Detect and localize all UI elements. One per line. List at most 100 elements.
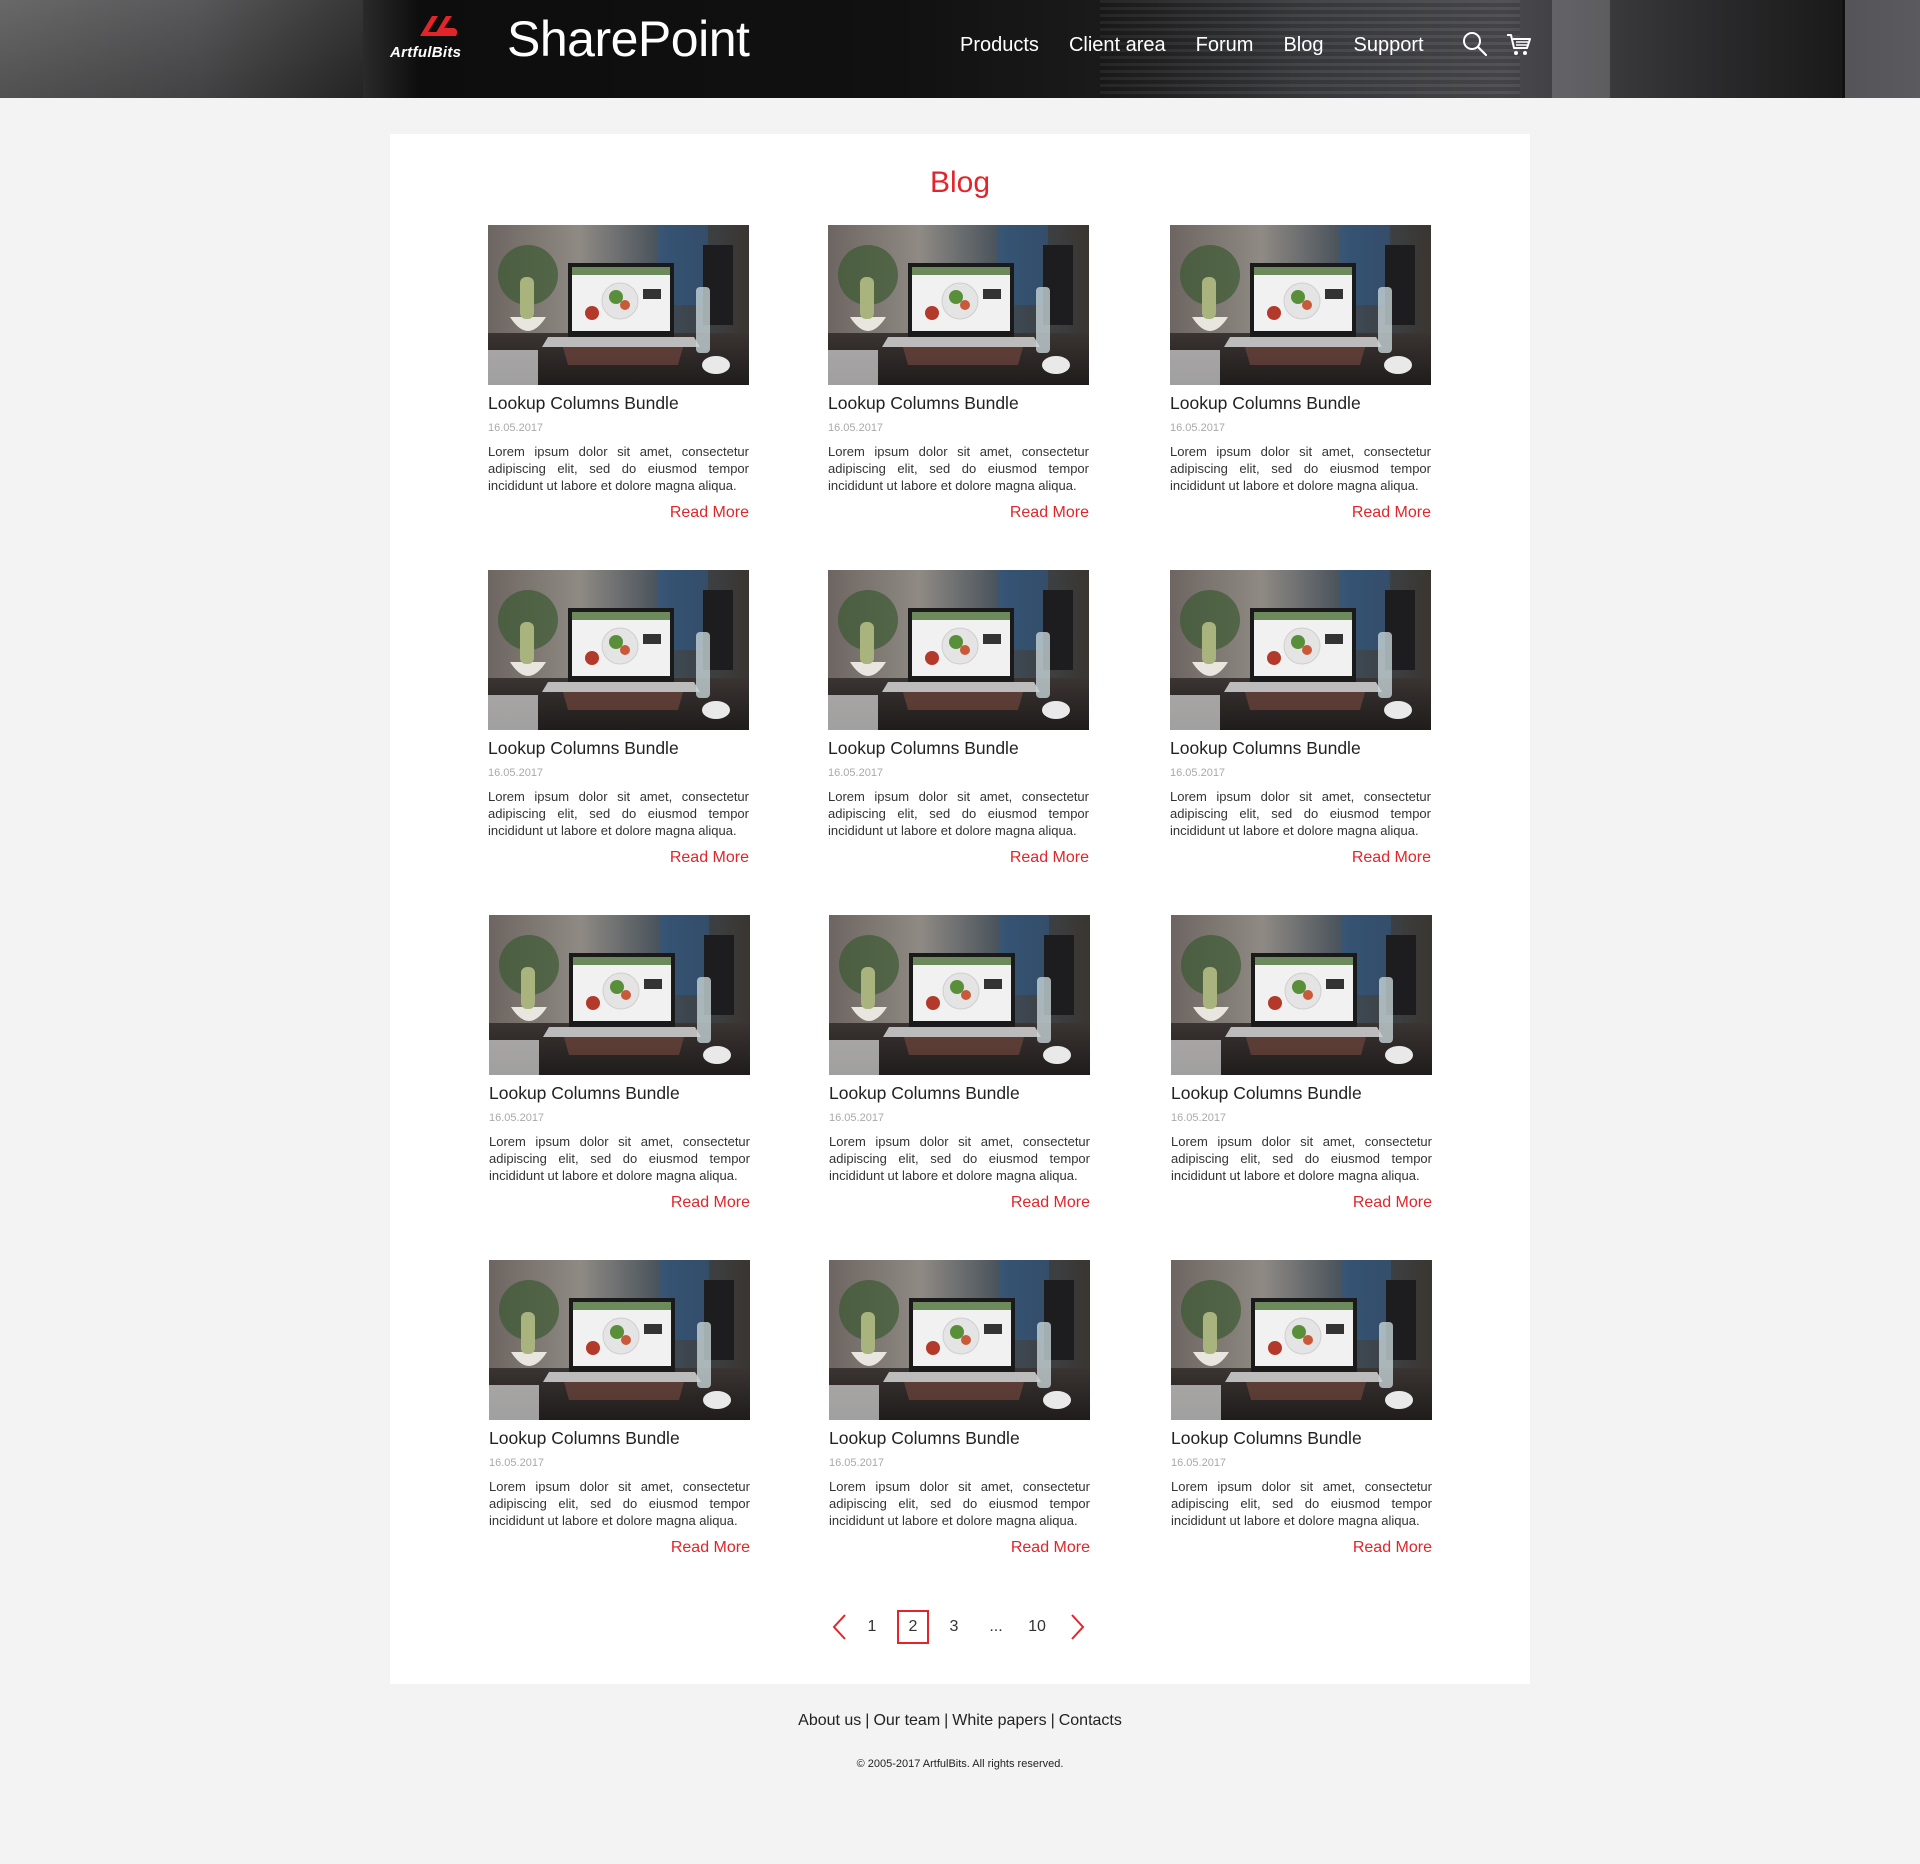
page-link-3[interactable]: 3	[942, 1610, 966, 1644]
read-more-link[interactable]: Read More	[488, 849, 749, 867]
post-excerpt: Lorem ipsum dolor sit amet, consectetur …	[1171, 1134, 1432, 1183]
read-more-link[interactable]: Read More	[1170, 504, 1431, 522]
nav-item-blog[interactable]: Blog	[1283, 34, 1323, 57]
post-thumbnail-photo	[1170, 570, 1431, 730]
page-title: Blog	[929, 166, 991, 199]
post-date: 16.05.2017	[828, 767, 884, 779]
post-excerpt: Lorem ipsum dolor sit amet, consectetur …	[489, 1134, 750, 1183]
post-thumbnail[interactable]	[829, 1260, 1090, 1420]
brand-title: SharePoint	[507, 11, 750, 67]
chevron-right-icon[interactable]	[1069, 1612, 1087, 1642]
post-date: 16.05.2017	[1171, 1112, 1227, 1124]
post-thumbnail[interactable]	[1170, 570, 1431, 730]
nav-item-support[interactable]: Support	[1353, 34, 1423, 57]
pagination: 1 2 3 ... 10	[390, 1606, 1530, 1646]
chevron-left-icon[interactable]	[830, 1612, 848, 1642]
post-excerpt: Lorem ipsum dolor sit amet, consectetur …	[828, 444, 1089, 493]
post-title[interactable]: Lookup Columns Bundle	[828, 738, 1089, 759]
post-date: 16.05.2017	[489, 1457, 545, 1469]
post-title[interactable]: Lookup Columns Bundle	[1170, 393, 1431, 414]
blog-post-card: Lookup Columns Bundle 16.05.2017 Lorem i…	[828, 225, 1089, 522]
read-more-link[interactable]: Read More	[829, 1194, 1090, 1212]
post-title[interactable]: Lookup Columns Bundle	[829, 1083, 1090, 1104]
read-more-link[interactable]: Read More	[1171, 1539, 1432, 1557]
blog-post-card: Lookup Columns Bundle 16.05.2017 Lorem i…	[489, 915, 750, 1212]
post-date: 16.05.2017	[1170, 767, 1226, 779]
post-thumbnail-photo	[1171, 915, 1432, 1075]
nav-item-products[interactable]: Products	[960, 34, 1039, 57]
post-thumbnail-photo	[488, 225, 749, 385]
blog-post-card: Lookup Columns Bundle 16.05.2017 Lorem i…	[1170, 225, 1431, 522]
footer-link-our-team[interactable]: Our team	[873, 1712, 940, 1729]
post-date: 16.05.2017	[488, 422, 544, 434]
post-excerpt: Lorem ipsum dolor sit amet, consectetur …	[1170, 789, 1431, 838]
footer-link-contacts[interactable]: Contacts	[1059, 1712, 1122, 1729]
post-date: 16.05.2017	[828, 422, 884, 434]
nav-item-forum[interactable]: Forum	[1196, 34, 1254, 57]
post-thumbnail[interactable]	[489, 1260, 750, 1420]
post-thumbnail[interactable]	[828, 225, 1089, 385]
read-more-link[interactable]: Read More	[1170, 849, 1431, 867]
blog-post-card: Lookup Columns Bundle 16.05.2017 Lorem i…	[489, 1260, 750, 1557]
post-date: 16.05.2017	[829, 1112, 885, 1124]
artfulbits-logo[interactable]: ArtfulBits	[390, 12, 490, 61]
post-thumbnail-photo	[828, 225, 1089, 385]
post-excerpt: Lorem ipsum dolor sit amet, consectetur …	[829, 1134, 1090, 1183]
read-more-link[interactable]: Read More	[488, 504, 749, 522]
page-ellipsis: ...	[989, 1618, 1003, 1635]
blog-post-card: Lookup Columns Bundle 16.05.2017 Lorem i…	[488, 225, 749, 522]
post-thumbnail[interactable]	[488, 570, 749, 730]
read-more-link[interactable]: Read More	[1171, 1194, 1432, 1212]
post-thumbnail[interactable]	[829, 915, 1090, 1075]
read-more-link[interactable]: Read More	[489, 1194, 750, 1212]
post-title[interactable]: Lookup Columns Bundle	[489, 1083, 750, 1104]
post-thumbnail-photo	[489, 1260, 750, 1420]
blog-post-card: Lookup Columns Bundle 16.05.2017 Lorem i…	[488, 570, 749, 867]
blog-post-card: Lookup Columns Bundle 16.05.2017 Lorem i…	[829, 915, 1090, 1212]
post-thumbnail[interactable]	[1171, 1260, 1432, 1420]
post-excerpt: Lorem ipsum dolor sit amet, consectetur …	[1170, 444, 1431, 493]
read-more-link[interactable]: Read More	[489, 1539, 750, 1557]
post-date: 16.05.2017	[1171, 1457, 1227, 1469]
post-thumbnail[interactable]	[1170, 225, 1431, 385]
page-link-2-current[interactable]: 2	[897, 1610, 929, 1644]
footer-link-white-papers[interactable]: White papers	[952, 1712, 1046, 1729]
page-link-10[interactable]: 10	[1022, 1610, 1052, 1644]
blog-card: Blog Lookup Columns Bundle 16.05.2017 Lo…	[390, 134, 1530, 1684]
post-thumbnail[interactable]	[489, 915, 750, 1075]
blog-post-card: Lookup Columns Bundle 16.05.2017 Lorem i…	[1171, 1260, 1432, 1557]
post-thumbnail[interactable]	[1171, 915, 1432, 1075]
post-title[interactable]: Lookup Columns Bundle	[1170, 738, 1431, 759]
post-title[interactable]: Lookup Columns Bundle	[489, 1428, 750, 1449]
post-thumbnail-photo	[489, 915, 750, 1075]
post-thumbnail-photo	[1170, 225, 1431, 385]
read-more-link[interactable]: Read More	[828, 849, 1089, 867]
post-excerpt: Lorem ipsum dolor sit amet, consectetur …	[488, 789, 749, 838]
page-link-1[interactable]: 1	[860, 1610, 884, 1644]
header-backdrop-left	[0, 0, 363, 98]
post-thumbnail[interactable]	[828, 570, 1089, 730]
blog-post-card: Lookup Columns Bundle 16.05.2017 Lorem i…	[828, 570, 1089, 867]
post-excerpt: Lorem ipsum dolor sit amet, consectetur …	[1171, 1479, 1432, 1528]
logo-mark-icon	[420, 16, 458, 36]
nav-item-client-area[interactable]: Client area	[1069, 34, 1166, 57]
post-title[interactable]: Lookup Columns Bundle	[828, 393, 1089, 414]
post-excerpt: Lorem ipsum dolor sit amet, consectetur …	[489, 1479, 750, 1528]
read-more-link[interactable]: Read More	[829, 1539, 1090, 1557]
cart-icon[interactable]	[1505, 30, 1533, 58]
header-backdrop-panel	[1552, 0, 1610, 98]
post-title[interactable]: Lookup Columns Bundle	[829, 1428, 1090, 1449]
footer-link-about-us[interactable]: About us	[798, 1712, 861, 1729]
footer-separator: |	[865, 1712, 870, 1729]
copyright: © 2005-2017 ArtfulBits. All rights reser…	[856, 1758, 1064, 1770]
search-icon[interactable]	[1461, 30, 1489, 58]
post-title[interactable]: Lookup Columns Bundle	[488, 738, 749, 759]
post-thumbnail-photo	[1171, 1260, 1432, 1420]
post-title[interactable]: Lookup Columns Bundle	[488, 393, 749, 414]
logo-text: ArtfulBits	[390, 44, 462, 61]
post-title[interactable]: Lookup Columns Bundle	[1171, 1083, 1432, 1104]
post-thumbnail[interactable]	[488, 225, 749, 385]
read-more-link[interactable]: Read More	[828, 504, 1089, 522]
post-title[interactable]: Lookup Columns Bundle	[1171, 1428, 1432, 1449]
post-date: 16.05.2017	[829, 1457, 885, 1469]
